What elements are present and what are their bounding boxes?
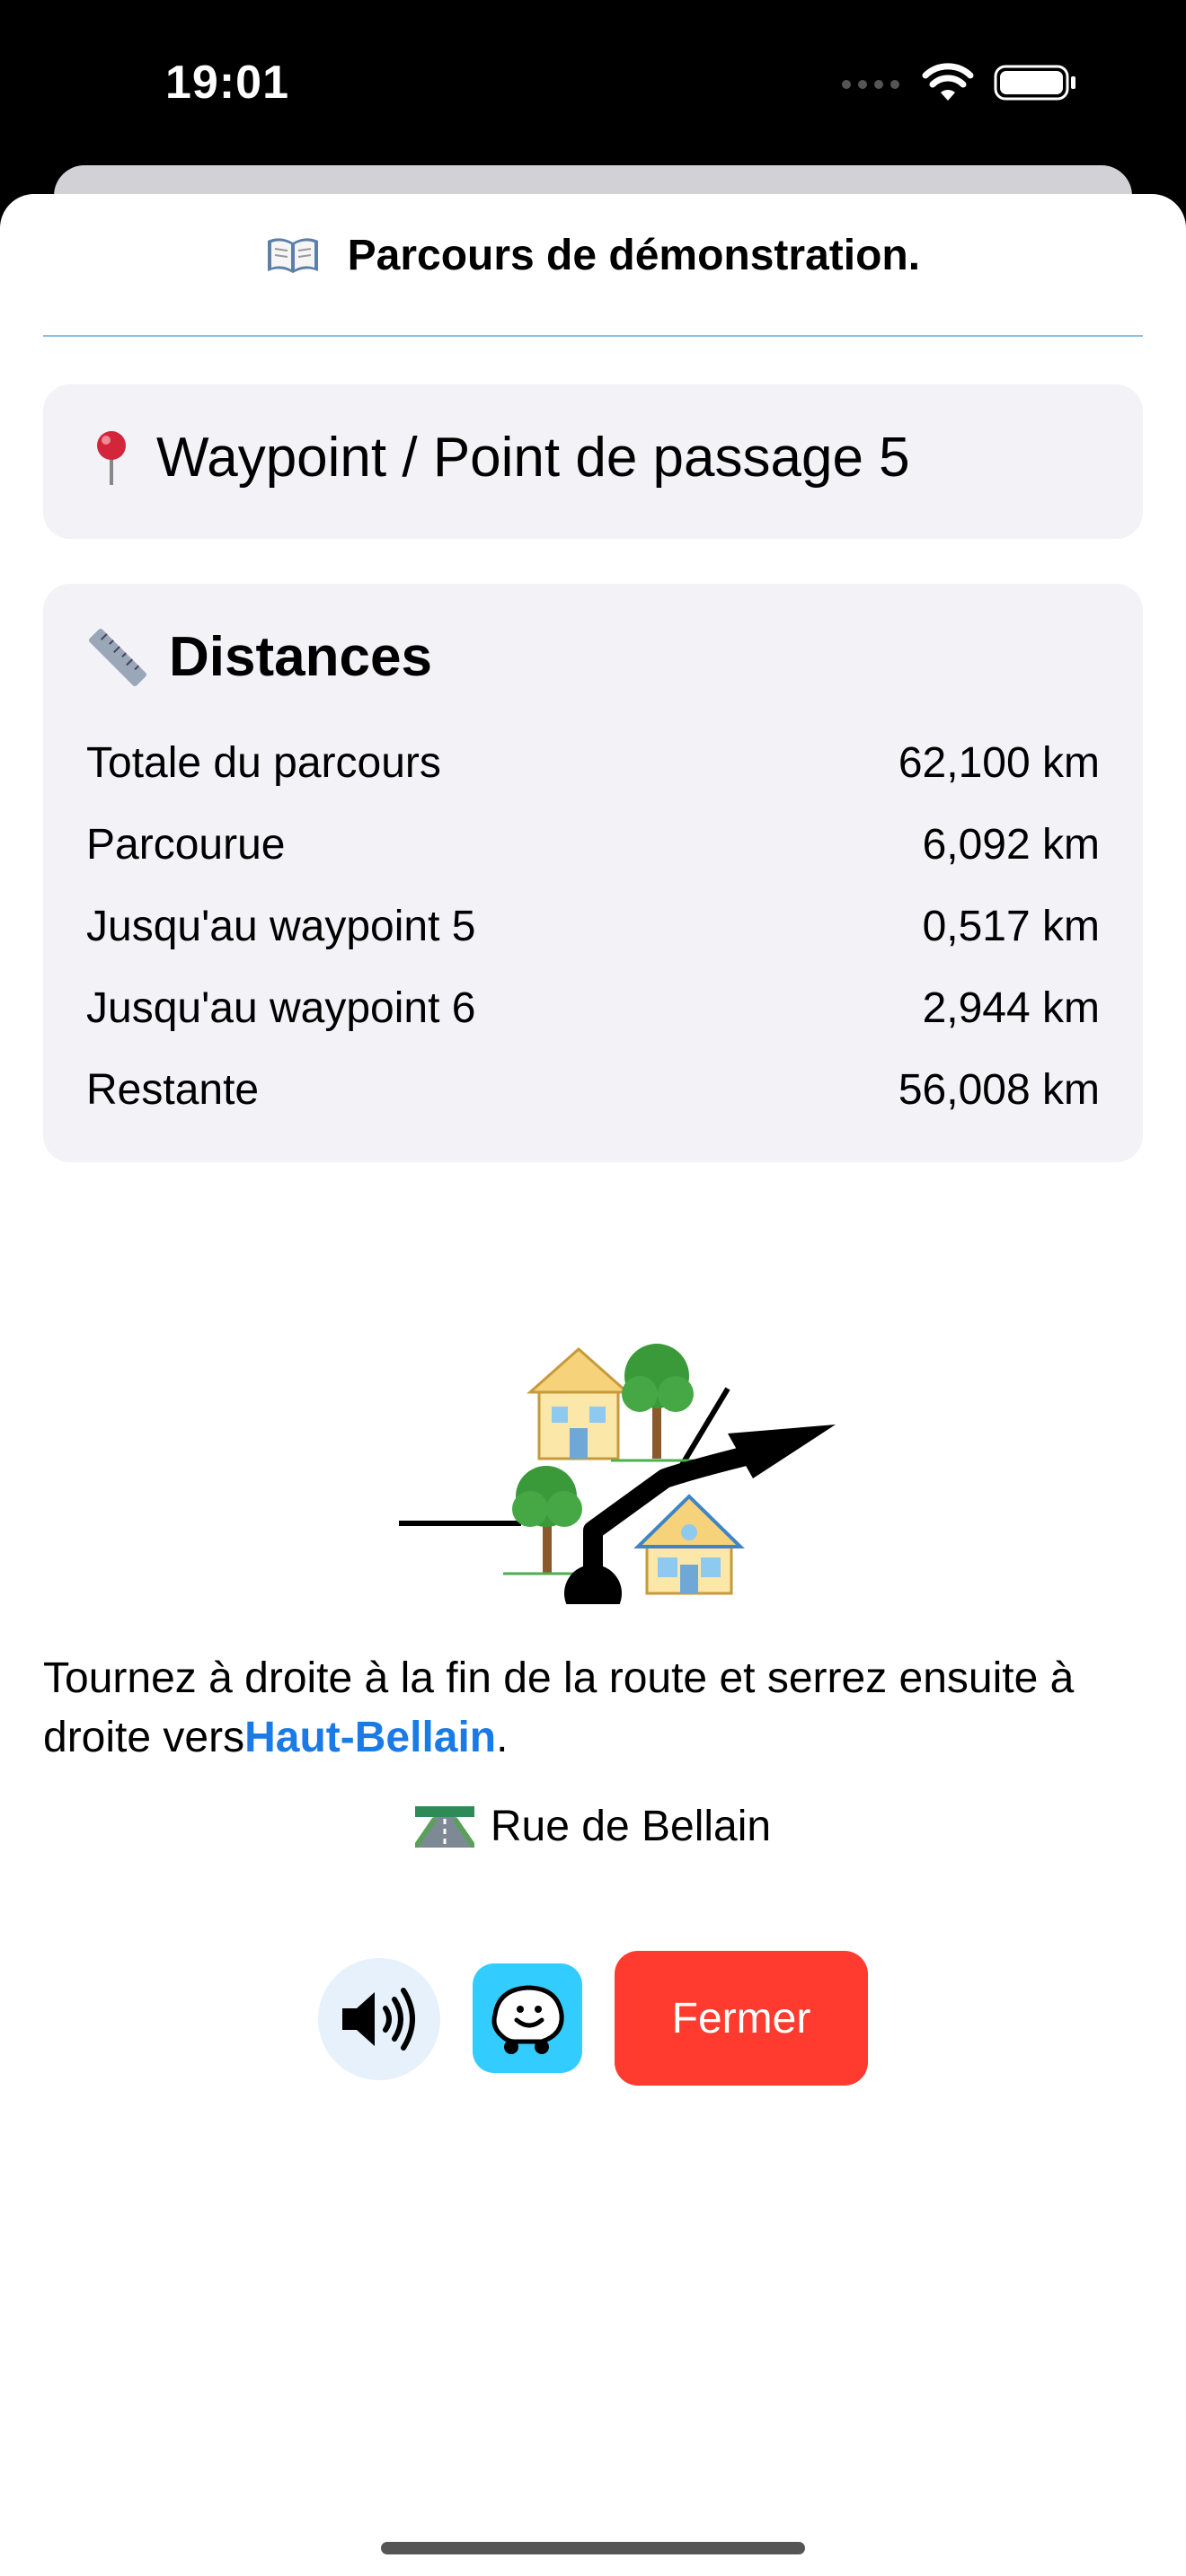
sound-button[interactable] [318,1958,440,2080]
battery-icon [994,65,1075,101]
home-indicator[interactable] [381,2542,805,2554]
open-book-icon [266,230,335,280]
maneuver-instruction: Tournez à droite à la fin de la route et… [43,1649,1157,1768]
destination-link[interactable]: Haut-Bellain [244,1714,496,1761]
distances-card: Distances Totale du parcours 62,100 km P… [43,584,1143,1162]
cellular-signal-icon [842,80,899,89]
status-icons [839,63,1078,102]
route-sheet: Parcours de démonstration. Waypoint / Po… [0,194,1186,2576]
ruler-icon [89,628,146,686]
speaker-icon [342,1988,415,2051]
distances-title: Distances [86,625,432,689]
status-bar: 19:01 [0,0,1186,180]
distance-row-total: Totale du parcours 62,100 km [86,738,1100,788]
sheet-title: Parcours de démonstration. [0,230,1186,280]
distance-row-remaining: Restante 56,008 km [86,1065,1100,1115]
distance-label: Jusqu'au waypoint 5 [86,903,476,950]
tree-icon [503,1466,593,1575]
title-divider [43,335,1143,337]
distance-row-to-waypoint-6: Jusqu'au waypoint 6 2,944 km [86,984,1100,1033]
sheet-title-text: Parcours de démonstration. [347,232,921,279]
instruction-text: Tournez à droite à la fin de la route et… [43,1654,1075,1761]
distance-row-to-waypoint-5: Jusqu'au waypoint 5 0,517 km [86,902,1100,951]
motorway-icon [414,1805,474,1848]
distance-label: Jusqu'au waypoint 6 [86,984,476,1032]
turn-right-then-keep-right-icon [399,1344,836,1604]
close-button[interactable]: Fermer [615,1951,868,2086]
distance-label: Restante [86,1066,260,1114]
distances-title-text: Distances [169,626,432,688]
distance-value: 0,517 km [922,903,1100,950]
house-icon [527,1346,631,1460]
street-name: Rue de Bellain [0,1802,1186,1851]
street-name-text: Rue de Bellain [490,1803,772,1850]
wifi-icon [922,63,974,101]
waze-icon [491,1985,564,2054]
waypoint-label: Waypoint / Point de passage 5 [156,427,910,489]
distance-value: 2,944 km [922,984,1100,1032]
distance-value: 62,100 km [898,739,1100,787]
distance-value: 6,092 km [922,821,1100,869]
waze-button[interactable] [473,1963,582,2073]
instruction-punctuation: . [496,1714,509,1761]
house-icon [633,1494,745,1595]
distance-label: Parcourue [86,821,286,869]
status-time: 19:01 [165,57,289,109]
distance-value: 56,008 km [898,1066,1100,1114]
waypoint-title: Waypoint / Point de passage 5 [93,426,910,490]
pushpin-icon [97,430,126,485]
waypoint-card: Waypoint / Point de passage 5 [43,384,1143,539]
distance-label: Totale du parcours [86,739,441,787]
distance-row-travelled: Parcourue 6,092 km [86,820,1100,869]
tree-icon [611,1344,701,1462]
